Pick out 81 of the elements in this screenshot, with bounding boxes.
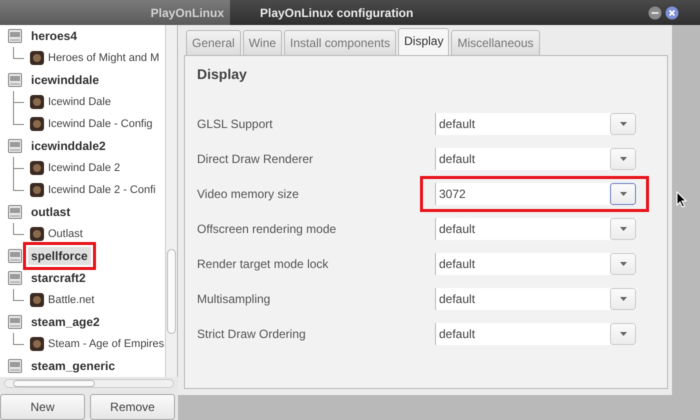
tree-item[interactable]: Icewind Dale 2 - Confi: [48, 184, 156, 196]
game-icon: [29, 182, 45, 198]
caret-icon: [620, 226, 626, 230]
caret-icon: [620, 122, 626, 126]
tree-item[interactable]: outlast: [28, 203, 74, 221]
scrollbar[interactable]: [165, 25, 177, 377]
game-icon: [29, 336, 45, 352]
game-icon: [29, 50, 45, 66]
tree-item[interactable]: starcraft2: [28, 269, 89, 287]
dropdown[interactable]: 3072: [435, 182, 636, 204]
tree-line: [13, 289, 24, 301]
app-icon: [8, 205, 22, 219]
tree-item[interactable]: steam_age2: [28, 313, 103, 331]
app-icon: [8, 73, 22, 87]
tree-item[interactable]: Battle.net: [48, 294, 94, 306]
dropdown[interactable]: default: [435, 148, 636, 170]
app-icon: [8, 271, 22, 285]
setting-label: Offscreen rendering mode: [197, 222, 338, 236]
tree-item[interactable]: icewinddale: [28, 71, 102, 89]
caret-icon: [620, 192, 626, 196]
caret-icon: [620, 296, 626, 300]
dropdown[interactable]: default: [435, 112, 636, 134]
tree-item[interactable]: Icewind Dale 2: [48, 162, 120, 174]
caret-icon: [620, 156, 626, 160]
tab[interactable]: Miscellaneous: [451, 30, 540, 55]
tree-item[interactable]: Outlast: [48, 228, 83, 240]
dropdown[interactable]: default: [435, 218, 636, 240]
dropdown-button[interactable]: [610, 218, 636, 240]
game-icon: [29, 116, 45, 132]
setting-label: GLSL Support: [197, 116, 274, 130]
dropdown-button[interactable]: [610, 148, 636, 170]
game-icon: [29, 94, 45, 110]
tree-line: [13, 47, 24, 59]
tree-item[interactable]: spellforce: [28, 247, 91, 265]
tree-item[interactable]: heroes4: [28, 27, 80, 45]
game-icon: [29, 160, 45, 176]
dropdown-button[interactable]: [610, 252, 636, 274]
dropdown-button[interactable]: [610, 322, 636, 344]
action-button[interactable]: Remove: [90, 394, 175, 420]
setting-label: Direct Draw Renderer: [197, 152, 314, 166]
app-icon: [8, 139, 22, 153]
scrollbar[interactable]: [4, 379, 174, 388]
setting-label: Video memory size: [197, 186, 300, 200]
caret-icon: [620, 332, 626, 336]
dropdown[interactable]: default: [435, 252, 636, 274]
tree-item[interactable]: Icewind Dale - Config: [48, 118, 153, 130]
tree-item[interactable]: steam_generic: [28, 357, 118, 375]
app-icon: [8, 359, 22, 373]
tree-item[interactable]: Steam - Age of Empires: [48, 338, 164, 350]
section-title: Display: [197, 66, 248, 82]
window-title: PlayOnLinux: [150, 6, 224, 20]
tab[interactable]: Install components: [284, 30, 396, 55]
dropdown[interactable]: default: [435, 322, 636, 344]
tree-item[interactable]: icewinddale2: [28, 137, 109, 155]
dropdown-button[interactable]: [610, 182, 636, 204]
cursor-icon: [676, 191, 687, 208]
caret-icon: [620, 262, 626, 266]
minimize-icon[interactable]: [648, 6, 662, 20]
dropdown-button[interactable]: [610, 288, 636, 310]
tab[interactable]: General: [186, 30, 241, 55]
action-button[interactable]: New: [0, 394, 85, 420]
close-icon[interactable]: [665, 6, 679, 20]
app-icon: [8, 249, 22, 263]
tab[interactable]: Display: [398, 28, 450, 55]
app-icon: [8, 315, 22, 329]
game-icon: [29, 226, 45, 242]
tree-item[interactable]: Icewind Dale: [48, 96, 111, 108]
scrollbar-thumb[interactable]: [167, 249, 176, 334]
tree-item[interactable]: Heroes of Might and M: [48, 52, 160, 64]
setting-label: Multisampling: [197, 292, 272, 306]
app-icon: [8, 29, 22, 43]
dropdown-button[interactable]: [610, 112, 636, 134]
game-icon: [29, 292, 45, 308]
tree-line: [13, 333, 24, 345]
scrollbar-thumb[interactable]: [13, 380, 95, 387]
window-title: PlayOnLinux configuration: [260, 6, 414, 20]
setting-label: Render target mode lock: [197, 256, 330, 270]
dropdown[interactable]: default: [435, 288, 636, 310]
tree-line: [13, 223, 24, 235]
tab[interactable]: Wine: [242, 30, 282, 55]
setting-label: Strict Draw Ordering: [197, 326, 307, 340]
